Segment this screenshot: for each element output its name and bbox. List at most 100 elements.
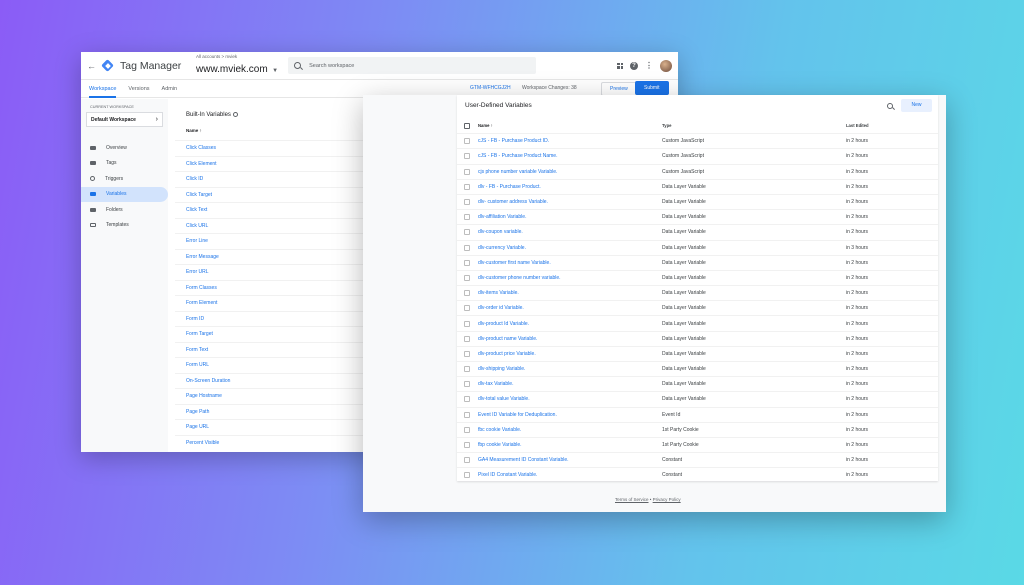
info-icon[interactable] [232, 112, 238, 117]
builtin-variable-row[interactable]: Form URL [175, 357, 395, 373]
user-defined-title: User-Defined Variables [465, 102, 532, 109]
row-checkbox[interactable] [464, 138, 470, 145]
select-all-checkbox[interactable] [464, 122, 470, 129]
tab-versions[interactable]: Versions [128, 80, 149, 98]
variable-name-link[interactable]: GA4 Measurement ID Constant Variable. [478, 457, 662, 463]
variable-name-link[interactable]: dlv-product Id Variable. [478, 321, 662, 327]
sidebar-item-triggers[interactable]: Triggers [81, 171, 168, 187]
variable-name-link[interactable]: dlv-items Variable. [478, 290, 662, 296]
row-checkbox[interactable] [464, 290, 470, 297]
name-column-header[interactable]: Name ↑ [478, 123, 662, 128]
builtin-variable-row[interactable]: Click Target [175, 186, 395, 203]
sidebar-item-variables[interactable]: Variables [81, 186, 168, 202]
preview-button[interactable]: Preview [601, 82, 637, 96]
builtin-variable-row[interactable]: Click Text [175, 202, 395, 218]
builtin-variable-row[interactable]: Click ID [175, 171, 395, 187]
privacy-link[interactable]: Privacy Policy [653, 497, 681, 502]
new-variable-button[interactable]: New [901, 99, 932, 112]
builtin-variable-row[interactable]: Error Line [175, 233, 395, 249]
workspace-name: Default Workspace [91, 116, 136, 123]
variable-name-link[interactable]: dlv-tax Variable. [478, 381, 662, 387]
builtin-variable-row[interactable]: Form Target [175, 326, 395, 342]
row-checkbox[interactable] [464, 442, 470, 449]
variable-name-link[interactable]: cJS - FB - Purchase Product ID. [478, 138, 662, 144]
terms-link[interactable]: Terms of Service [615, 497, 649, 502]
builtin-variable-row[interactable]: Page URL [175, 419, 395, 435]
variable-name-link[interactable]: dlv - FB - Purchase Product. [478, 184, 662, 190]
row-checkbox[interactable] [464, 457, 470, 464]
type-column-header[interactable]: Type [662, 123, 846, 128]
builtin-variable-row[interactable]: Form Text [175, 341, 395, 358]
builtin-variable-row[interactable]: Form Element [175, 295, 395, 311]
variable-name-link[interactable]: dlv-total value Variable. [478, 396, 662, 402]
variable-name-link[interactable]: fbc cookie Variable. [478, 427, 662, 433]
workspace-selector[interactable]: Default Workspace › [86, 112, 163, 127]
avatar[interactable] [660, 59, 672, 72]
account-selector[interactable]: All accounts > mviek www.mviek.com ▼ [196, 54, 278, 77]
builtin-variable-row[interactable]: Form Classes [175, 279, 395, 296]
last-edited-column-header[interactable]: Last Edited [846, 123, 869, 128]
builtin-variable-row[interactable]: Error Message [175, 248, 395, 265]
row-checkbox[interactable] [464, 472, 470, 479]
search-workspace[interactable]: Search workspace [288, 57, 537, 74]
variable-name-link[interactable]: dlv-customer phone number variable. [478, 275, 662, 281]
row-checkbox[interactable] [464, 183, 470, 190]
row-checkbox[interactable] [464, 335, 470, 342]
variable-name-link[interactable]: dlv-order id Variable. [478, 305, 662, 311]
tab-admin[interactable]: Admin [162, 80, 178, 98]
apps-grid-icon[interactable] [617, 62, 623, 69]
variable-name-link[interactable]: dlv-customer first name Variable. [478, 260, 662, 266]
row-checkbox[interactable] [464, 381, 470, 388]
builtin-variable-row[interactable]: On-Screen Duration [175, 372, 395, 389]
more-vert-icon[interactable]: ⋮ [645, 61, 653, 70]
sidebar-item-folders[interactable]: Folders [81, 202, 168, 218]
template-icon [90, 223, 96, 228]
variable-name-link[interactable]: Pixel ID Constant Variable. [478, 472, 662, 478]
row-checkbox[interactable] [464, 305, 470, 312]
variable-name-link[interactable]: fbp cookie Variable. [478, 442, 662, 448]
container-id[interactable]: GTM-WFHCGJ2H [470, 85, 511, 91]
row-checkbox[interactable] [464, 153, 470, 160]
variable-name-link[interactable]: Event ID Variable for Deduplication. [478, 412, 662, 418]
builtin-variable-row[interactable]: Click Element [175, 155, 395, 172]
row-checkbox[interactable] [464, 244, 470, 251]
variable-name-link[interactable]: dlv- customer address Variable. [478, 199, 662, 205]
variable-name-link[interactable]: dlv-currency Variable. [478, 245, 662, 251]
variable-name-link[interactable]: cjs phone number variable Variable. [478, 169, 662, 175]
variable-name-link[interactable]: dlv-product name Variable. [478, 336, 662, 342]
row-checkbox[interactable] [464, 229, 470, 236]
row-checkbox[interactable] [464, 199, 470, 206]
row-checkbox[interactable] [464, 320, 470, 327]
sidebar-item-templates[interactable]: Templates [81, 218, 168, 234]
row-checkbox[interactable] [464, 426, 470, 433]
row-checkbox[interactable] [464, 411, 470, 418]
sidebar-item-tags[interactable]: Tags [81, 156, 168, 172]
row-checkbox[interactable] [464, 366, 470, 373]
row-checkbox[interactable] [464, 350, 470, 357]
builtin-variable-row[interactable]: Page Hostname [175, 388, 395, 404]
back-arrow-icon[interactable]: ← [87, 61, 99, 71]
row-checkbox[interactable] [464, 259, 470, 266]
row-checkbox[interactable] [464, 214, 470, 221]
variable-name-link[interactable]: dlv-affiliation Variable. [478, 214, 662, 220]
search-icon[interactable] [887, 103, 893, 109]
tab-workspace[interactable]: Workspace [89, 80, 117, 98]
builtin-variable-row[interactable]: Form ID [175, 310, 395, 327]
submit-button[interactable]: Submit [635, 81, 669, 95]
table-body: cJS - FB - Purchase Product ID. Custom Ja… [457, 133, 938, 482]
variable-name-link[interactable]: dlv-shipping Variable. [478, 366, 662, 372]
row-checkbox[interactable] [464, 168, 470, 175]
builtin-variable-row[interactable]: Click Classes [175, 140, 395, 156]
variable-name-link[interactable]: cJS - FB - Purchase Product Name. [478, 153, 662, 159]
last-edited: in 2 hours [846, 381, 868, 388]
variable-name-link[interactable]: dlv-product price Variable. [478, 351, 662, 357]
builtin-variable-row[interactable]: Click URL [175, 217, 395, 234]
help-icon[interactable]: ? [630, 61, 638, 70]
builtin-variable-row[interactable]: Error URL [175, 264, 395, 280]
row-checkbox[interactable] [464, 396, 470, 403]
builtin-variable-row[interactable]: Page Path [175, 403, 395, 420]
builtin-variable-row[interactable]: Percent Visible [175, 434, 395, 451]
row-checkbox[interactable] [464, 274, 470, 281]
sidebar-item-overview[interactable]: Overview [81, 140, 168, 156]
variable-name-link[interactable]: dlv-coupon variable. [478, 229, 662, 235]
